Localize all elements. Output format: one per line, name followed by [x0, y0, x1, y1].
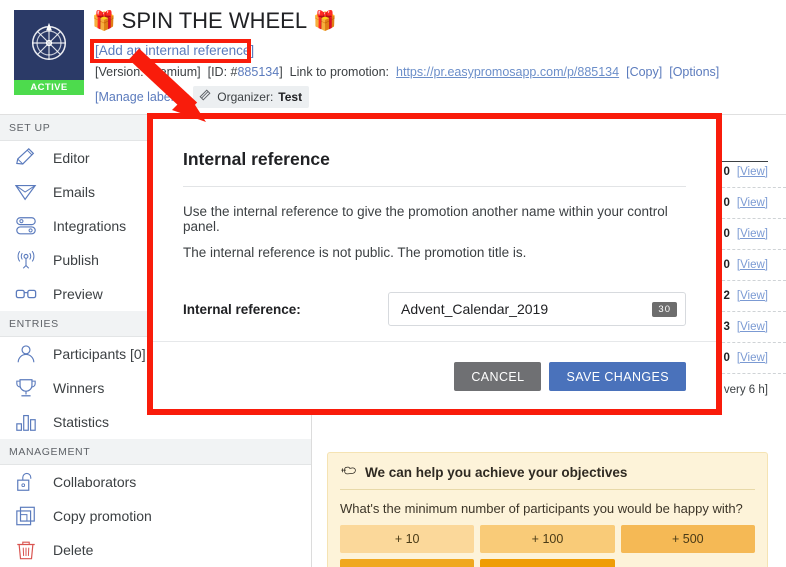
- glasses-icon: [12, 282, 39, 306]
- sidebar-item-collaborators[interactable]: Collaborators: [0, 465, 311, 499]
- objectives-buttons: + 10 + 100 + 500: [340, 525, 755, 553]
- row-value: 2: [723, 290, 730, 302]
- view-link[interactable]: [View]: [737, 228, 768, 240]
- modal-title: Internal reference: [183, 149, 330, 169]
- objective-button-row2-3[interactable]: [620, 559, 755, 567]
- view-link[interactable]: [View]: [737, 321, 768, 333]
- sidebar-item-label: Delete: [53, 542, 94, 558]
- copy-link-button[interactable]: [Copy]: [626, 65, 662, 79]
- manage-labels-link[interactable]: [Manage labels]: [95, 90, 183, 104]
- trash-icon: [12, 538, 39, 562]
- link-to-promotion-label: Link to promotion:: [289, 65, 390, 79]
- options-link-button[interactable]: [Options]: [669, 65, 719, 79]
- add-internal-reference-line: [Add an internal reference]: [95, 43, 254, 58]
- objectives-question: What's the minimum number of participant…: [340, 501, 743, 516]
- row-value: 3: [723, 321, 730, 333]
- row-value: 0: [723, 352, 730, 364]
- sidebar-item-label: Copy promotion: [53, 508, 152, 524]
- promotion-id-prefix: [ID: #: [207, 65, 238, 79]
- bar-chart-icon: [12, 410, 39, 434]
- objective-button-100[interactable]: + 100: [480, 525, 615, 553]
- organizer-badge: Organizer: Test: [193, 86, 310, 108]
- save-changes-button[interactable]: SAVE CHANGES: [549, 362, 686, 391]
- objective-button-row2-2[interactable]: [480, 559, 615, 567]
- objective-button-row2-1[interactable]: [340, 559, 475, 567]
- objective-button-10[interactable]: + 10: [340, 525, 475, 553]
- status-badge: ACTIVE: [14, 80, 84, 95]
- promotion-thumbnail-wrap: ACTIVE: [14, 10, 84, 95]
- sidebar-item-label: Participants [0]: [53, 346, 146, 362]
- row-value: 0: [723, 197, 730, 209]
- internal-reference-value: Advent_Calendar_2019: [401, 301, 549, 317]
- paper-plane-icon: [12, 180, 39, 204]
- view-link[interactable]: [View]: [737, 290, 768, 302]
- internal-reference-input[interactable]: Advent_Calendar_2019 30: [388, 292, 686, 326]
- organizer-label: Organizer:: [217, 89, 274, 104]
- sidebar-item-copy-promotion[interactable]: Copy promotion: [0, 499, 311, 533]
- char-limit-badge: 30: [652, 301, 677, 317]
- promotion-manage-line: [Manage labels] Organizer: Test: [95, 86, 310, 108]
- tag-icon: [198, 88, 212, 105]
- promotion-id-suffix: ]: [279, 65, 283, 79]
- promotion-thumbnail: [14, 10, 84, 80]
- sidebar-item-label: Collaborators: [53, 474, 137, 490]
- sidebar-item-label: Publish: [53, 252, 99, 268]
- modal-body: Internal reference Use the internal refe…: [153, 119, 716, 409]
- organizer-value: Test: [278, 89, 303, 104]
- sidebar-item-label: Editor: [53, 150, 90, 166]
- app-root: ACTIVE 🎁 SPIN THE WHEEL 🎁 [Add an intern…: [0, 0, 786, 567]
- version-label: [Version: Premium]: [95, 65, 201, 79]
- sidebar-item-label: Winners: [53, 380, 105, 396]
- view-link[interactable]: [View]: [737, 197, 768, 209]
- cancel-button[interactable]: CANCEL: [454, 362, 542, 391]
- pointing-hand-icon: [340, 463, 357, 481]
- modal-paragraph-1: Use the internal reference to give the p…: [183, 204, 668, 234]
- sidebar-item-delete[interactable]: Delete: [0, 533, 311, 567]
- promotion-id: [ID: #885134]: [208, 65, 283, 79]
- modal-paragraph-2: The internal reference is not public. Th…: [183, 245, 527, 260]
- view-link[interactable]: [View]: [737, 259, 768, 271]
- sidebar-section-header-management: MANAGEMENT: [0, 439, 311, 465]
- view-link[interactable]: [View]: [737, 352, 768, 364]
- promotion-meta-line: [Version: Premium] [ID: #885134] Link to…: [95, 65, 719, 79]
- sidebar-item-label: Integrations: [53, 218, 127, 234]
- gift-emoji-right: 🎁: [313, 11, 337, 32]
- page-title-text: SPIN THE WHEEL: [121, 8, 308, 33]
- person-icon: [12, 342, 39, 366]
- promotion-url-link[interactable]: https://pr.easypromosapp.com/p/885134: [396, 65, 619, 79]
- copy-icon: [12, 504, 39, 528]
- pencil-icon: [12, 146, 39, 170]
- promotion-id-value: 885134: [237, 65, 280, 79]
- promotion-header: ACTIVE 🎁 SPIN THE WHEEL 🎁 [Add an intern…: [0, 0, 786, 115]
- spin-wheel-icon: [26, 20, 72, 71]
- trophy-icon: [12, 376, 39, 400]
- internal-reference-modal: Internal reference Use the internal refe…: [147, 113, 722, 415]
- gift-emoji-left: 🎁: [92, 11, 116, 32]
- objective-button-500[interactable]: + 500: [620, 525, 755, 553]
- sidebar-item-label: Statistics: [53, 414, 110, 430]
- modal-actions: CANCEL SAVE CHANGES: [454, 362, 686, 391]
- internal-reference-label: Internal reference:: [183, 301, 301, 317]
- objectives-card: We can help you achieve your objectives …: [327, 452, 768, 567]
- row-value: 0: [723, 259, 730, 271]
- broadcast-icon: [12, 248, 39, 272]
- internal-reference-field-row: Internal reference: Advent_Calendar_2019…: [183, 292, 686, 326]
- row-value: 0: [723, 166, 730, 178]
- objectives-buttons-row2: [340, 559, 755, 567]
- objectives-title: We can help you achieve your objectives: [365, 464, 628, 480]
- view-link[interactable]: [View]: [737, 166, 768, 178]
- objectives-title-row: We can help you achieve your objectives: [340, 463, 755, 490]
- sidebar-item-label: Emails: [53, 184, 96, 200]
- add-internal-reference-link[interactable]: [Add an internal reference]: [95, 43, 254, 58]
- row-value: 0: [723, 228, 730, 240]
- sidebar-item-label: Preview: [53, 286, 103, 302]
- integrations-icon: [12, 214, 39, 238]
- modal-footer-divider: [153, 341, 716, 342]
- modal-divider: [183, 186, 686, 187]
- unlock-icon: [12, 470, 39, 494]
- page-title: 🎁 SPIN THE WHEEL 🎁: [92, 8, 337, 34]
